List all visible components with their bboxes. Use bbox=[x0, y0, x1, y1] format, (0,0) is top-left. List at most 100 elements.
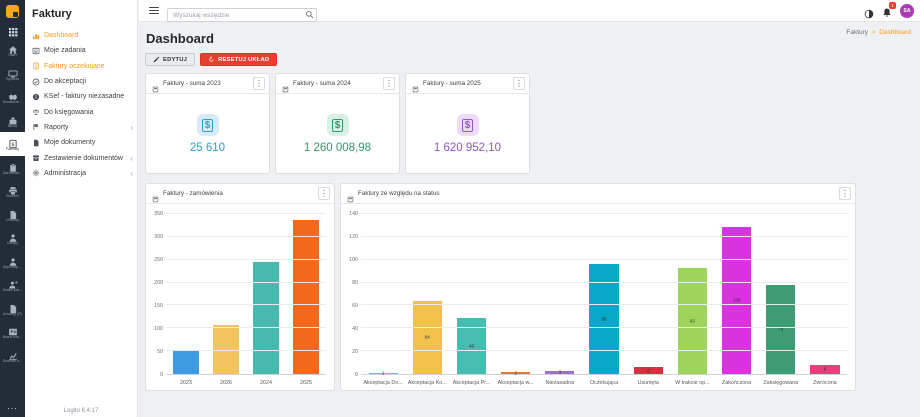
module-title: Faktury bbox=[25, 0, 137, 28]
sidebar-item-raporty[interactable]: Raporty‹ bbox=[25, 120, 137, 135]
bar-value-label: 49 bbox=[469, 344, 474, 349]
rail-item-bud-et[interactable]: Budżet bbox=[0, 179, 25, 203]
x-tick-label: Zaksięgowana bbox=[759, 377, 803, 390]
chevron-icon: ‹ bbox=[130, 169, 133, 178]
y-tick-label: 60 bbox=[352, 303, 358, 309]
sidebar-item-administracja[interactable]: Administracja ‹ bbox=[25, 166, 137, 181]
sidebar-item-label: Raporty bbox=[44, 124, 69, 131]
contract-icon bbox=[8, 207, 18, 217]
rail-item-label: Umowy bbox=[6, 217, 19, 222]
rail-more-button[interactable]: ... bbox=[7, 401, 18, 411]
person-icon bbox=[8, 254, 18, 264]
pencil-icon bbox=[153, 56, 160, 63]
edit-button[interactable]: EDYTUJ bbox=[145, 53, 195, 66]
bar-akceptacja-w[interactable]: 2 bbox=[501, 372, 530, 374]
rail-item-umowy[interactable]: Umowy bbox=[0, 203, 25, 227]
gridline bbox=[361, 327, 847, 328]
bar-2024[interactable] bbox=[253, 262, 279, 374]
bar-2023[interactable] bbox=[173, 350, 199, 374]
sidebar-item-moje-zadania[interactable]: Moje zadania bbox=[25, 43, 137, 58]
sidebar-item-dashboard[interactable]: Dashboard bbox=[25, 28, 137, 43]
gridline bbox=[361, 259, 847, 260]
kebab-menu-icon[interactable]: ⋮ bbox=[253, 77, 265, 90]
bar-niezasadna[interactable]: 3 bbox=[545, 371, 574, 374]
contact-card-icon bbox=[8, 324, 18, 334]
sidebar-item-do-akceptacji[interactable]: Do akceptacji bbox=[25, 74, 137, 89]
breadcrumb-current: Dashboard bbox=[879, 29, 911, 36]
rail-item-label: Kontrahe... bbox=[3, 99, 23, 104]
rail-item-szanse-s[interactable]: Szanse s... bbox=[0, 344, 25, 368]
invoice-dollar-icon: $ bbox=[8, 136, 18, 146]
kebab-menu-icon[interactable]: ⋮ bbox=[839, 187, 851, 200]
breadcrumb-parent[interactable]: Faktury bbox=[846, 29, 868, 36]
flag-icon bbox=[32, 123, 40, 131]
y-tick-label: 140 bbox=[349, 211, 358, 217]
sidebar-item-faktury-oczekujące[interactable]: $Faktury oczekujące bbox=[25, 59, 137, 74]
rail-item-label: Urlopy bbox=[7, 240, 19, 245]
widget-icon bbox=[412, 80, 419, 87]
summary-card-title: Faktury - suma 2024 bbox=[293, 80, 379, 87]
summary-card-value: 25 610 bbox=[190, 142, 225, 154]
contrast-toggle-icon[interactable] bbox=[864, 6, 874, 16]
widget-icon bbox=[282, 80, 289, 87]
sidebar-item-label: Administracja bbox=[44, 170, 86, 177]
rail-item-umowy-p[interactable]: Umowy (P) bbox=[0, 297, 25, 321]
kebab-menu-icon[interactable]: ⋮ bbox=[513, 77, 525, 90]
bar-zwrócona[interactable]: 8 bbox=[810, 365, 839, 374]
sidebar-item-zestawienie-dokumentów[interactable]: Zestawienie dokumentów‹ bbox=[25, 150, 137, 165]
rail-item-wymiary[interactable]: Wymiary ... bbox=[0, 250, 25, 274]
bar-value-label: 1 bbox=[382, 371, 385, 376]
x-tick-label: Oczekująca bbox=[582, 377, 626, 390]
reset-layout-button[interactable]: RESETUJ UKŁAD bbox=[200, 53, 277, 66]
app-window: StartSystemKontrahe...Biuro$FakturyZamów… bbox=[0, 0, 920, 417]
bar-w-trakcie-op[interactable]: 93 bbox=[678, 268, 707, 374]
rail-item-start[interactable]: Start bbox=[0, 38, 25, 62]
hamburger-menu-icon[interactable] bbox=[149, 7, 159, 15]
chart-card-status: Faktury ze względu na status ⋮ 020406080… bbox=[340, 183, 856, 391]
rail-item-faktury[interactable]: $Faktury bbox=[0, 132, 25, 156]
app-logo[interactable] bbox=[6, 5, 19, 18]
bar-usunięta[interactable]: 6 bbox=[634, 367, 663, 374]
user-avatar[interactable]: SA bbox=[900, 4, 914, 18]
apps-grid-icon[interactable] bbox=[8, 24, 18, 34]
notifications-bell-icon[interactable]: 1 bbox=[882, 5, 892, 16]
x-tick-label: Zwrócona bbox=[803, 377, 847, 390]
chart-title: Faktury - zamówienia bbox=[163, 190, 314, 197]
chart-title: Faktury ze względu na status bbox=[358, 190, 835, 197]
summary-card-value: 1 260 008,98 bbox=[304, 142, 371, 154]
summary-card: Faktury - suma 2025⋮$1 620 952,10 bbox=[405, 73, 530, 174]
kebab-menu-icon[interactable]: ⋮ bbox=[383, 77, 395, 90]
widget-icon bbox=[152, 190, 159, 197]
y-tick-label: 0 bbox=[355, 372, 358, 378]
rail-item-kontrahe[interactable]: Kontrahe... bbox=[0, 85, 25, 109]
chart-plot bbox=[166, 214, 326, 375]
gridline bbox=[166, 327, 326, 328]
rail-item-biuro[interactable]: Biuro bbox=[0, 109, 25, 133]
search-input[interactable] bbox=[167, 8, 317, 22]
rail-item-urlopy[interactable]: Urlopy bbox=[0, 226, 25, 250]
sidebar-item-label: Moje zadania bbox=[44, 47, 86, 54]
gridline bbox=[166, 213, 326, 214]
rail-item-baza-klie[interactable]: Baza klie... bbox=[0, 320, 25, 344]
bar-akceptacja-do[interactable]: 1 bbox=[369, 373, 398, 374]
rail-item-karta-zat[interactable]: Karta zat... bbox=[0, 273, 25, 297]
search-icon[interactable] bbox=[305, 6, 314, 15]
sidebar-item-ksef-faktury-niezasadne[interactable]: KSef - faktury niezasadne bbox=[25, 89, 137, 104]
bar-akceptacja-ko[interactable]: 64 bbox=[413, 301, 442, 374]
chart-x-axis: 2023202620242025 bbox=[166, 377, 326, 390]
y-tick-label: 100 bbox=[349, 257, 358, 263]
x-tick-label: Akceptacja Ko... bbox=[405, 377, 449, 390]
y-tick-label: 120 bbox=[349, 234, 358, 240]
sidebar-item-label: Zestawienie dokumentów bbox=[44, 155, 123, 162]
sidebar-item-label: Dashboard bbox=[44, 32, 78, 39]
rail-item-zam-wie[interactable]: Zamówie... bbox=[0, 156, 25, 180]
sidebar-item-do-księgowania[interactable]: Do księgowania bbox=[25, 104, 137, 119]
rail-item-system[interactable]: System bbox=[0, 62, 25, 86]
sidebar-item-moje-dokumenty[interactable]: Moje dokumenty bbox=[25, 135, 137, 150]
gridline bbox=[166, 282, 326, 283]
kebab-menu-icon[interactable]: ⋮ bbox=[318, 187, 330, 200]
rail-item-label: Umowy (P) bbox=[3, 311, 23, 316]
rail-item-label: Karta zat... bbox=[3, 287, 22, 292]
bar-zaksięgowana[interactable]: 78 bbox=[766, 285, 795, 374]
bar-zakończona[interactable]: 129 bbox=[722, 227, 751, 374]
